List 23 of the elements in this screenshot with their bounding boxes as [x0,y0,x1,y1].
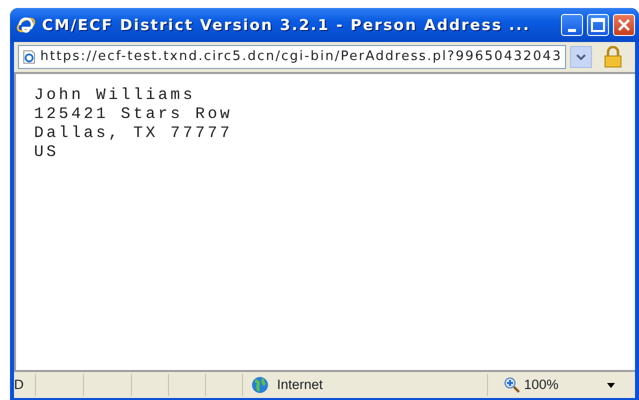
maximize-button[interactable] [587,14,609,36]
address-line: John Williams [34,86,196,105]
dropdown-button[interactable] [570,46,592,68]
globe-icon [251,376,269,394]
browser-icon [16,15,36,35]
window-title: CM/ECF District Version 3.2.1 - Person Address ... [42,14,530,36]
zone-label: Internet [277,376,323,394]
maximize-icon [591,18,605,32]
address-line: US [34,143,60,162]
page-icon [22,49,36,65]
address-line: Dallas, TX 77777 [34,124,234,143]
status-text: D [14,376,24,394]
lock-icon [604,46,622,68]
address-line: 125421 Stars Row [34,105,234,124]
zoom-button[interactable]: 100% [504,374,559,396]
minimize-icon [568,28,576,32]
caret-icon [576,53,586,61]
dropdown-caret-icon[interactable] [606,382,615,388]
close-icon [617,18,631,32]
zoom-icon [504,377,520,393]
close-button[interactable] [613,14,635,36]
minimize-button[interactable] [561,14,583,36]
address-field[interactable]: https://ecf-test.txnd.circ5.dcn/cgi-bin/PerAddress.pl?99650432043 [18,45,566,69]
